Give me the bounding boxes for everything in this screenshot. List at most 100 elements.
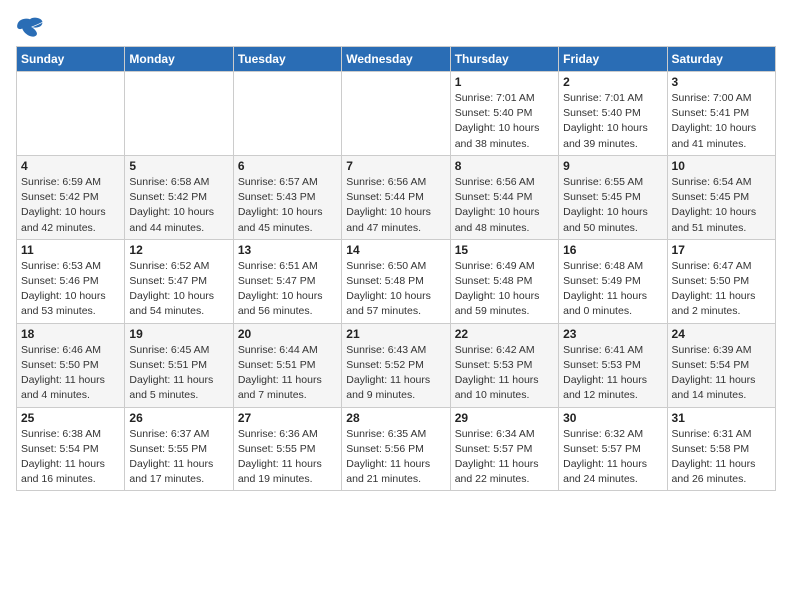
day-number: 27 [238, 411, 337, 425]
day-info: Sunrise: 6:49 AMSunset: 5:48 PMDaylight:… [455, 259, 554, 320]
day-info: Sunrise: 7:00 AMSunset: 5:41 PMDaylight:… [672, 91, 771, 152]
day-number: 2 [563, 75, 662, 89]
day-number: 6 [238, 159, 337, 173]
day-number: 21 [346, 327, 445, 341]
day-info: Sunrise: 6:50 AMSunset: 5:48 PMDaylight:… [346, 259, 445, 320]
day-number: 5 [129, 159, 228, 173]
calendar-header-row: SundayMondayTuesdayWednesdayThursdayFrid… [17, 47, 776, 72]
day-number: 30 [563, 411, 662, 425]
day-info: Sunrise: 6:55 AMSunset: 5:45 PMDaylight:… [563, 175, 662, 236]
day-info: Sunrise: 6:36 AMSunset: 5:55 PMDaylight:… [238, 427, 337, 488]
day-info: Sunrise: 6:41 AMSunset: 5:53 PMDaylight:… [563, 343, 662, 404]
calendar-day-header: Thursday [450, 47, 558, 72]
calendar-cell [233, 72, 341, 156]
calendar-cell: 26Sunrise: 6:37 AMSunset: 5:55 PMDayligh… [125, 407, 233, 491]
calendar-cell: 8 Sunrise: 6:56 AMSunset: 5:44 PMDaylight… [450, 155, 558, 239]
calendar-cell: 4 Sunrise: 6:59 AMSunset: 5:42 PMDaylight… [17, 155, 125, 239]
calendar-body: 1 Sunrise: 7:01 AMSunset: 5:40 PMDaylight… [17, 72, 776, 491]
calendar-cell: 29 Sunrise: 6:34 AMSunset: 5:57 PMDayligh… [450, 407, 558, 491]
day-number: 15 [455, 243, 554, 257]
day-number: 12 [129, 243, 228, 257]
calendar-week-row: 4 Sunrise: 6:59 AMSunset: 5:42 PMDaylight… [17, 155, 776, 239]
day-number: 18 [21, 327, 120, 341]
day-info: Sunrise: 6:39 AMSunset: 5:54 PMDaylight:… [672, 343, 771, 404]
calendar-table: SundayMondayTuesdayWednesdayThursdayFrid… [16, 46, 776, 491]
calendar-cell: 25 Sunrise: 6:38 AMSunset: 5:54 PMDayligh… [17, 407, 125, 491]
calendar-cell [17, 72, 125, 156]
day-number: 24 [672, 327, 771, 341]
day-info: Sunrise: 6:47 AMSunset: 5:50 PMDaylight:… [672, 259, 771, 320]
calendar-week-row: 1 Sunrise: 7:01 AMSunset: 5:40 PMDaylight… [17, 72, 776, 156]
day-info: Sunrise: 6:46 AMSunset: 5:50 PMDaylight:… [21, 343, 120, 404]
calendar-cell: 31 Sunrise: 6:31 AMSunset: 5:58 PMDayligh… [667, 407, 775, 491]
logo [16, 16, 48, 38]
calendar-week-row: 11 Sunrise: 6:53 AMSunset: 5:46 PMDayligh… [17, 239, 776, 323]
calendar-cell: 16Sunrise: 6:48 AMSunset: 5:49 PMDayligh… [559, 239, 667, 323]
day-number: 19 [129, 327, 228, 341]
day-info: Sunrise: 6:35 AMSunset: 5:56 PMDaylight:… [346, 427, 445, 488]
calendar-cell: 18 Sunrise: 6:46 AMSunset: 5:50 PMDayligh… [17, 323, 125, 407]
calendar-day-header: Sunday [17, 47, 125, 72]
day-info: Sunrise: 6:44 AMSunset: 5:51 PMDaylight:… [238, 343, 337, 404]
header [16, 16, 776, 38]
calendar-cell: 24 Sunrise: 6:39 AMSunset: 5:54 PMDayligh… [667, 323, 775, 407]
calendar-cell: 27 Sunrise: 6:36 AMSunset: 5:55 PMDayligh… [233, 407, 341, 491]
day-info: Sunrise: 6:31 AMSunset: 5:58 PMDaylight:… [672, 427, 771, 488]
calendar-week-row: 25 Sunrise: 6:38 AMSunset: 5:54 PMDayligh… [17, 407, 776, 491]
day-info: Sunrise: 6:32 AMSunset: 5:57 PMDaylight:… [563, 427, 662, 488]
calendar-cell: 23 Sunrise: 6:41 AMSunset: 5:53 PMDayligh… [559, 323, 667, 407]
calendar-cell: 20 Sunrise: 6:44 AMSunset: 5:51 PMDayligh… [233, 323, 341, 407]
day-number: 20 [238, 327, 337, 341]
day-info: Sunrise: 6:37 AMSunset: 5:55 PMDaylight:… [129, 427, 228, 488]
calendar-cell: 15 Sunrise: 6:49 AMSunset: 5:48 PMDayligh… [450, 239, 558, 323]
day-number: 11 [21, 243, 120, 257]
calendar-cell: 6 Sunrise: 6:57 AMSunset: 5:43 PMDaylight… [233, 155, 341, 239]
day-info: Sunrise: 7:01 AMSunset: 5:40 PMDaylight:… [455, 91, 554, 152]
day-info: Sunrise: 6:56 AMSunset: 5:44 PMDaylight:… [455, 175, 554, 236]
day-info: Sunrise: 6:51 AMSunset: 5:47 PMDaylight:… [238, 259, 337, 320]
day-info: Sunrise: 6:53 AMSunset: 5:46 PMDaylight:… [21, 259, 120, 320]
calendar-day-header: Monday [125, 47, 233, 72]
day-number: 16 [563, 243, 662, 257]
day-info: Sunrise: 6:45 AMSunset: 5:51 PMDaylight:… [129, 343, 228, 404]
day-number: 1 [455, 75, 554, 89]
day-number: 13 [238, 243, 337, 257]
calendar-day-header: Friday [559, 47, 667, 72]
day-info: Sunrise: 6:59 AMSunset: 5:42 PMDaylight:… [21, 175, 120, 236]
day-info: Sunrise: 6:34 AMSunset: 5:57 PMDaylight:… [455, 427, 554, 488]
day-number: 31 [672, 411, 771, 425]
calendar-cell [125, 72, 233, 156]
day-info: Sunrise: 6:52 AMSunset: 5:47 PMDaylight:… [129, 259, 228, 320]
calendar-cell: 5 Sunrise: 6:58 AMSunset: 5:42 PMDaylight… [125, 155, 233, 239]
calendar-week-row: 18 Sunrise: 6:46 AMSunset: 5:50 PMDayligh… [17, 323, 776, 407]
day-number: 4 [21, 159, 120, 173]
day-info: Sunrise: 6:56 AMSunset: 5:44 PMDaylight:… [346, 175, 445, 236]
calendar-day-header: Tuesday [233, 47, 341, 72]
day-info: Sunrise: 6:54 AMSunset: 5:45 PMDaylight:… [672, 175, 771, 236]
day-number: 9 [563, 159, 662, 173]
day-number: 7 [346, 159, 445, 173]
calendar-cell: 13 Sunrise: 6:51 AMSunset: 5:47 PMDayligh… [233, 239, 341, 323]
calendar-cell: 2 Sunrise: 7:01 AMSunset: 5:40 PMDaylight… [559, 72, 667, 156]
day-info: Sunrise: 6:57 AMSunset: 5:43 PMDaylight:… [238, 175, 337, 236]
day-number: 17 [672, 243, 771, 257]
day-info: Sunrise: 7:01 AMSunset: 5:40 PMDaylight:… [563, 91, 662, 152]
day-number: 29 [455, 411, 554, 425]
day-info: Sunrise: 6:38 AMSunset: 5:54 PMDaylight:… [21, 427, 120, 488]
day-number: 25 [21, 411, 120, 425]
day-number: 10 [672, 159, 771, 173]
calendar-cell: 7 Sunrise: 6:56 AMSunset: 5:44 PMDaylight… [342, 155, 450, 239]
day-number: 28 [346, 411, 445, 425]
calendar-cell: 10 Sunrise: 6:54 AMSunset: 5:45 PMDayligh… [667, 155, 775, 239]
calendar-cell: 1 Sunrise: 7:01 AMSunset: 5:40 PMDaylight… [450, 72, 558, 156]
calendar-cell: 19 Sunrise: 6:45 AMSunset: 5:51 PMDayligh… [125, 323, 233, 407]
calendar-cell: 28 Sunrise: 6:35 AMSunset: 5:56 PMDayligh… [342, 407, 450, 491]
day-number: 8 [455, 159, 554, 173]
day-info: Sunrise: 6:58 AMSunset: 5:42 PMDaylight:… [129, 175, 228, 236]
calendar-cell: 21Sunrise: 6:43 AMSunset: 5:52 PMDayligh… [342, 323, 450, 407]
day-number: 23 [563, 327, 662, 341]
day-number: 3 [672, 75, 771, 89]
calendar-cell [342, 72, 450, 156]
calendar-day-header: Saturday [667, 47, 775, 72]
calendar-cell: 3 Sunrise: 7:00 AMSunset: 5:41 PMDaylight… [667, 72, 775, 156]
